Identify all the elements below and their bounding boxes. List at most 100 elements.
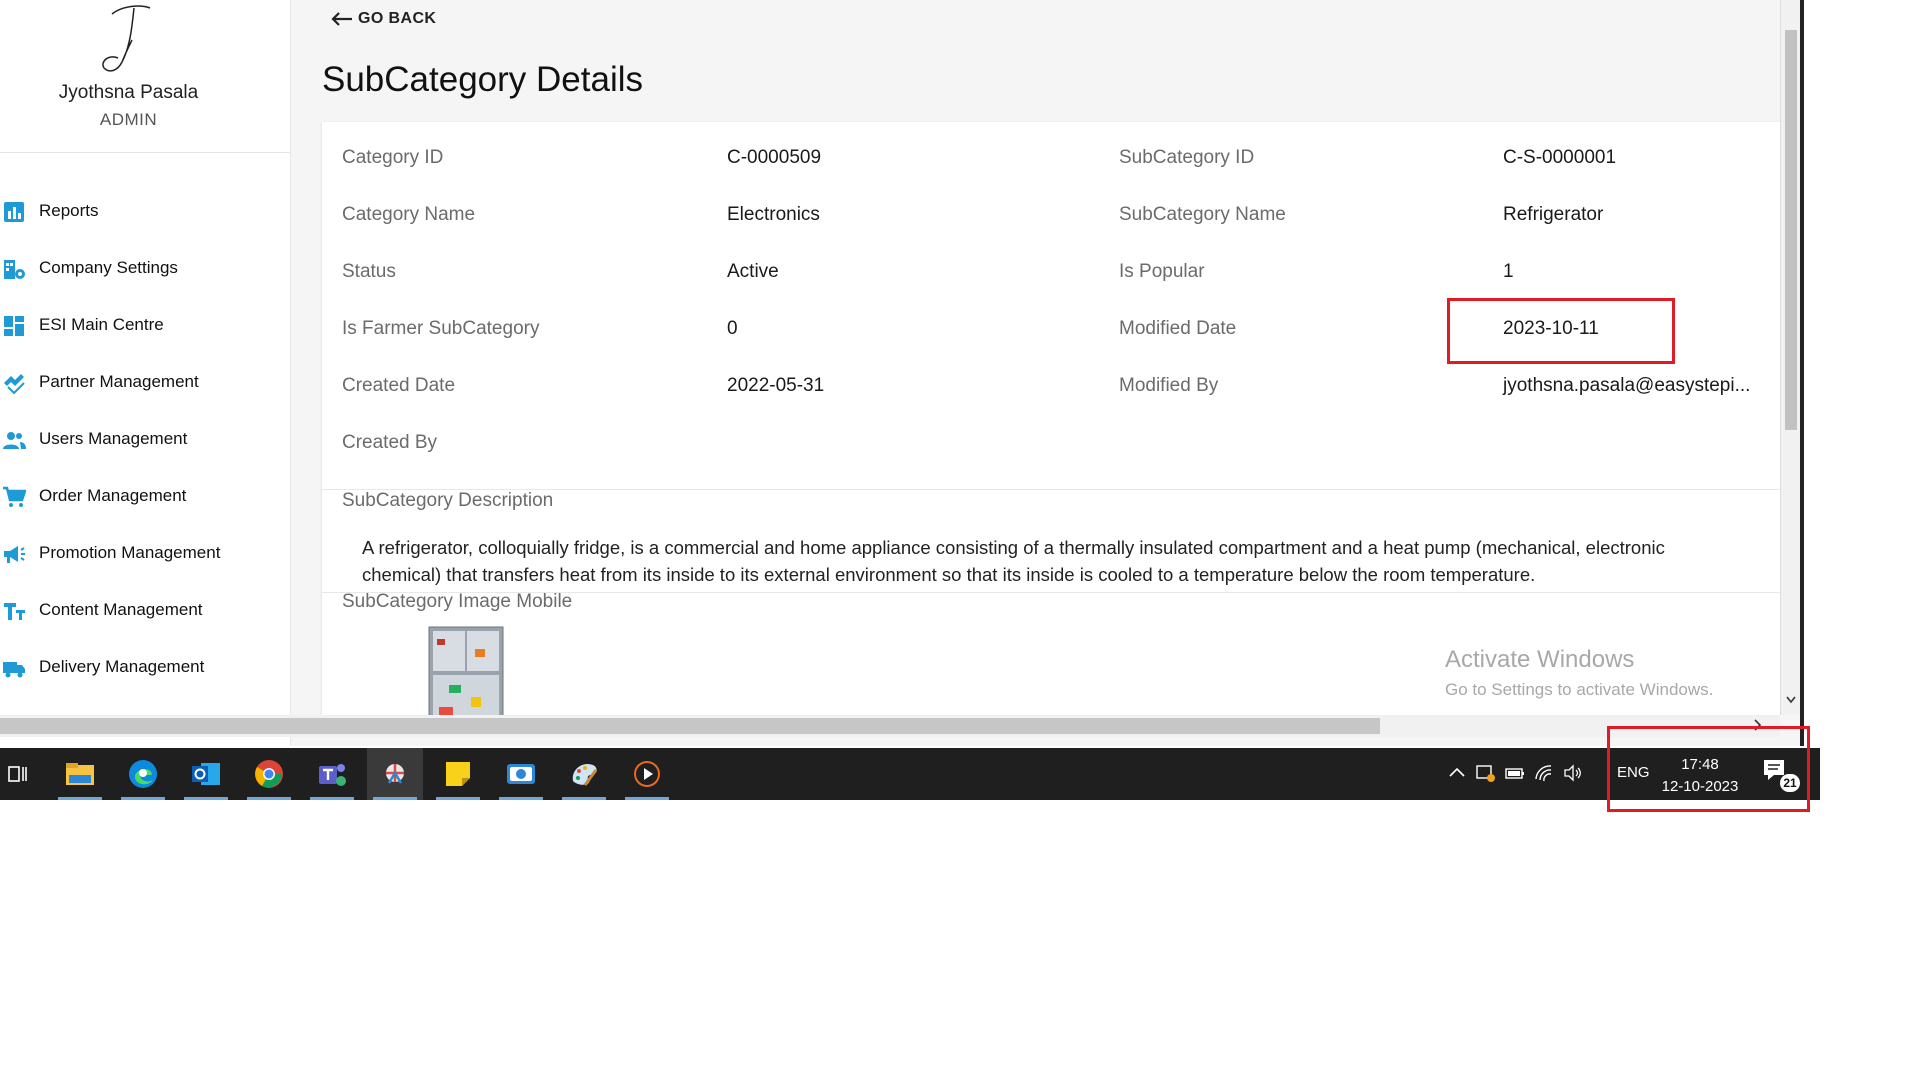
running-indicator [625, 797, 669, 800]
sidebar-item-reports[interactable]: Reports [0, 191, 290, 231]
volume-icon[interactable] [1562, 762, 1584, 784]
page-title: SubCategory Details [322, 60, 643, 99]
taskbar-app-paint[interactable] [556, 748, 612, 800]
sidebar-item-label: ESI Main Centre [39, 315, 164, 334]
dashboard-grid-icon [4, 316, 24, 336]
subcategory-id-value: C-S-0000001 [1503, 147, 1617, 168]
taskbar-app-teams[interactable] [304, 748, 360, 800]
sidebar-item-label: Company Settings [39, 258, 178, 277]
task-view-icon [8, 766, 27, 782]
taskbar-app-edge[interactable] [115, 748, 171, 800]
sidebar-item-label: Users Management [39, 429, 188, 448]
outlook-icon [192, 763, 220, 785]
horizontal-scrollbar-thumb[interactable] [0, 718, 1380, 734]
field-label: Category Name [342, 204, 476, 225]
field-label: Category ID [342, 147, 444, 168]
description-line: A refrigerator, colloquially fridge, is … [362, 537, 1665, 558]
sidebar-item-promotion-management[interactable]: Promotion Management [0, 533, 290, 573]
app-window: Jyothsna Pasala ADMIN Reports Company Se… [0, 0, 1800, 746]
edge-icon [129, 760, 157, 788]
field-label: Status [342, 261, 396, 282]
sidebar-item-users-management[interactable]: Users Management [0, 419, 290, 459]
description-line: chemical) that transfers heat from its i… [362, 564, 1536, 585]
file-explorer-icon [66, 763, 94, 785]
chrome-icon [255, 760, 283, 788]
description-label: SubCategory Description [342, 490, 554, 511]
taskbar-app-file-explorer[interactable] [52, 748, 108, 800]
highlight-box-modified-date [1447, 298, 1675, 364]
arrow-left-icon [331, 12, 352, 26]
refrigerator-image [428, 626, 504, 715]
sidebar: Jyothsna Pasala ADMIN Reports Company Se… [0, 0, 291, 746]
show-hidden-icons-chevron-up-icon[interactable] [1446, 762, 1468, 784]
status-value: Active [727, 261, 779, 282]
image-mobile-label: SubCategory Image Mobile [342, 591, 573, 612]
chevron-down-icon[interactable] [1786, 696, 1796, 704]
sidebar-divider [0, 152, 290, 153]
running-indicator [121, 797, 165, 800]
taskbar-app-media-player[interactable] [619, 748, 675, 800]
running-indicator [247, 797, 291, 800]
field-label: SubCategory ID [1119, 147, 1255, 168]
sidebar-item-partner-management[interactable]: Partner Management [0, 362, 290, 402]
handshake-icon [4, 374, 25, 395]
taskbar-app-outlook[interactable] [178, 748, 234, 800]
taskbar-app-sticky-notes[interactable] [430, 748, 486, 800]
sidebar-item-esi-main-centre[interactable]: ESI Main Centre [0, 305, 290, 345]
media-player-icon [634, 761, 660, 787]
sidebar-item-content-management[interactable]: Content Management [0, 590, 290, 630]
signature-logo [102, 5, 151, 72]
sidebar-item-delivery-management[interactable]: Delivery Management [0, 647, 290, 687]
go-back-button[interactable]: GO BACK [330, 8, 436, 30]
field-label: Created By [342, 432, 438, 453]
vertical-scrollbar-thumb[interactable] [1785, 30, 1797, 430]
highlight-box-clock [1607, 726, 1810, 812]
wifi-icon[interactable] [1533, 762, 1555, 784]
taskbar: ENG 17:48 12-10-2023 21 [0, 748, 1820, 800]
is-popular-value: 1 [1503, 261, 1514, 282]
created-date-value: 2022-05-31 [727, 375, 825, 396]
running-indicator [562, 797, 606, 800]
field-label: Created Date [342, 375, 456, 396]
teams-icon [319, 764, 346, 786]
running-indicator [499, 797, 543, 800]
field-label: Modified Date [1119, 318, 1237, 339]
sidebar-item-label: Reports [39, 201, 99, 220]
field-label: Is Popular [1119, 261, 1205, 282]
taskbar-app-camera[interactable] [493, 748, 549, 800]
running-indicator [58, 797, 102, 800]
taskbar-app-chrome[interactable] [241, 748, 297, 800]
snipping-tool-icon [386, 764, 404, 784]
field-label: SubCategory Name [1119, 204, 1286, 225]
sidebar-item-label: Content Management [39, 600, 203, 619]
horizontal-scrollbar[interactable] [0, 715, 1780, 737]
go-back-label: GO BACK [358, 10, 437, 27]
task-view-button[interactable] [0, 748, 46, 800]
vertical-scrollbar[interactable] [1780, 0, 1800, 715]
camera-icon [507, 764, 535, 784]
activate-windows-title: Activate Windows [1445, 646, 1635, 673]
modified-by-value: jyothsna.pasala@easystepi... [1503, 375, 1751, 396]
sidebar-item-label: Order Management [39, 486, 187, 505]
battery-icon[interactable] [1504, 762, 1526, 784]
activate-windows-subtitle: Go to Settings to activate Windows. [1445, 680, 1714, 699]
category-id-value: C-0000509 [727, 147, 822, 168]
sidebar-item-order-management[interactable]: Order Management [0, 476, 290, 516]
building-settings-icon [4, 260, 25, 279]
field-label: Is Farmer SubCategory [342, 318, 540, 339]
sidebar-item-label: Delivery Management [39, 657, 205, 676]
running-indicator [373, 797, 417, 800]
field-label: Modified By [1119, 375, 1219, 396]
taskbar-app-snipping-tool[interactable] [367, 748, 423, 800]
bar-chart-icon [4, 202, 24, 222]
truck-icon [3, 662, 25, 678]
security-center-icon[interactable] [1475, 762, 1497, 784]
description-text: A refrigerator, colloquially fridge, is … [362, 534, 1780, 588]
running-indicator [310, 797, 354, 800]
user-name: Jyothsna Pasala [58, 82, 199, 103]
window-frame-edge [1800, 0, 1804, 746]
sticky-notes-icon [446, 762, 470, 786]
paint-icon [572, 763, 598, 786]
sidebar-item-company-settings[interactable]: Company Settings [0, 248, 290, 288]
megaphone-icon [4, 546, 25, 563]
